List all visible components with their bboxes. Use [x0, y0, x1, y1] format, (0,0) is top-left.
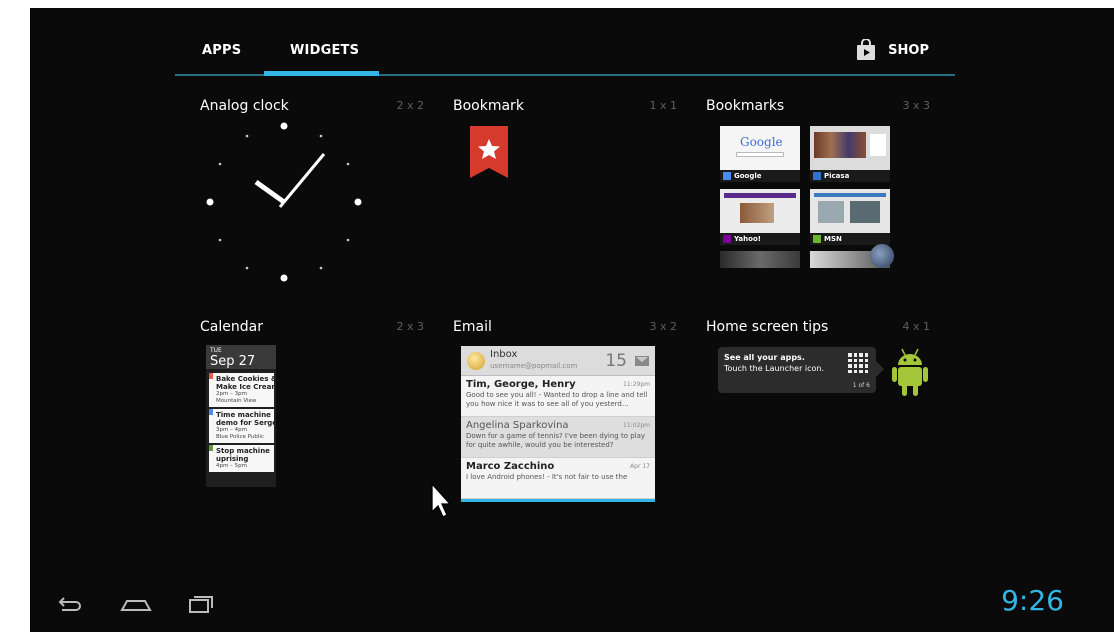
calendar-event: Bake Cookies & Make Ice Cream 2pm – 3pm …: [209, 373, 274, 407]
widget-bookmarks[interactable]: Bookmarks 3 x 3 Google Google Picasa Yah…: [706, 92, 936, 302]
google-logo-text: Google: [740, 135, 783, 149]
tip-bubble: See all your apps. Touch the Launcher ic…: [718, 347, 884, 393]
android-robot-icon: [892, 348, 928, 396]
widget-title: Bookmark: [453, 98, 524, 114]
back-button[interactable]: [52, 588, 88, 618]
widget-size: 2 x 2: [396, 99, 425, 112]
widget-email[interactable]: Email 3 x 2 Inbox username@popmail.com 1…: [453, 313, 683, 523]
widget-size: 4 x 1: [902, 320, 931, 333]
bookmark-thumb-google: Google Google: [720, 126, 800, 182]
unread-count: 15: [605, 351, 627, 371]
calendar-event: Stop machine uprising 4pm – 5pm: [209, 445, 274, 472]
home-button[interactable]: [118, 588, 154, 618]
widget-size: 1 x 1: [649, 99, 678, 112]
calendar-date: Sep 27: [210, 354, 256, 369]
inbox-icon: [467, 352, 485, 370]
shopping-bag-icon: [857, 39, 876, 60]
tab-bar: APPS WIDGETS SHOP: [175, 8, 955, 76]
calendar-events: Bake Cookies & Make Ice Cream 2pm – 3pm …: [206, 371, 276, 487]
mouse-cursor-icon: [431, 482, 452, 518]
widget-home-screen-tips[interactable]: Home screen tips 4 x 1 See all your apps…: [706, 313, 936, 523]
calendar-day: TUE: [210, 347, 222, 354]
inbox-account: username@popmail.com: [490, 362, 578, 370]
widget-title: Analog clock: [200, 98, 289, 114]
bookmarks-preview: Google Google Picasa Yahoo! MSN: [720, 126, 894, 268]
bookmark-thumb-msn: MSN: [810, 189, 890, 245]
widget-title: Calendar: [200, 319, 263, 335]
status-clock: 9:26: [1001, 584, 1064, 617]
tab-selected-indicator: [264, 71, 379, 76]
analog-clock-icon: [206, 122, 362, 282]
widget-title: Home screen tips: [706, 319, 829, 335]
widget-size: 2 x 3: [396, 320, 425, 333]
tab-apps[interactable]: APPS: [202, 43, 241, 58]
widget-bookmark[interactable]: Bookmark 1 x 1: [453, 92, 683, 302]
tab-widgets[interactable]: WIDGETS: [290, 43, 359, 58]
compose-mail-icon: [635, 356, 649, 366]
shop-label: SHOP: [888, 42, 929, 58]
thumb-label: Yahoo!: [720, 233, 800, 245]
widget-title: Bookmarks: [706, 98, 785, 114]
bookmark-star-icon: [470, 126, 508, 178]
email-message: Marco Zacchino Apr 17 I love Android pho…: [461, 458, 655, 499]
bookmark-thumb-yahoo: Yahoo!: [720, 189, 800, 245]
thumb-label: Google: [720, 170, 800, 182]
bookmark-thumb-partial: [720, 251, 800, 268]
globe-icon: [870, 244, 894, 268]
bookmark-thumb-picasa: Picasa: [810, 126, 890, 182]
recent-apps-button[interactable]: [182, 588, 218, 618]
email-preview: Inbox username@popmail.com 15 Tim, Georg…: [461, 346, 655, 502]
email-message: Tim, George, Henry 11:29pm Good to see y…: [461, 376, 655, 417]
thumb-label: Picasa: [810, 170, 890, 182]
launcher-screen: APPS WIDGETS SHOP Analog clock 2 x 2 Boo…: [30, 8, 1114, 632]
inbox-title: Inbox: [490, 349, 518, 360]
widget-analog-clock[interactable]: Analog clock 2 x 2: [200, 92, 430, 302]
email-message: Angelina Sparkovina 11:02pm Down for a g…: [461, 417, 655, 458]
calendar-preview: TUE Sep 27 Bake Cookies & Make Ice Cream…: [206, 345, 276, 491]
calendar-header: TUE Sep 27: [206, 345, 276, 371]
tip-page: 1 of 6: [852, 382, 870, 389]
widget-size: 3 x 2: [649, 320, 678, 333]
thumb-label: MSN: [810, 233, 890, 245]
navigation-bar: 9:26: [30, 576, 1114, 632]
widget-title: Email: [453, 319, 492, 335]
widget-size: 3 x 3: [902, 99, 931, 112]
calendar-event: Time machine demo for Serge 3pm – 4pm Bl…: [209, 409, 274, 443]
launcher-grid-icon: [848, 353, 868, 373]
shop-button[interactable]: SHOP: [856, 38, 929, 62]
widget-calendar[interactable]: Calendar 2 x 3 TUE Sep 27 Bake Cookies &…: [200, 313, 430, 523]
email-header: Inbox username@popmail.com 15: [461, 346, 655, 376]
